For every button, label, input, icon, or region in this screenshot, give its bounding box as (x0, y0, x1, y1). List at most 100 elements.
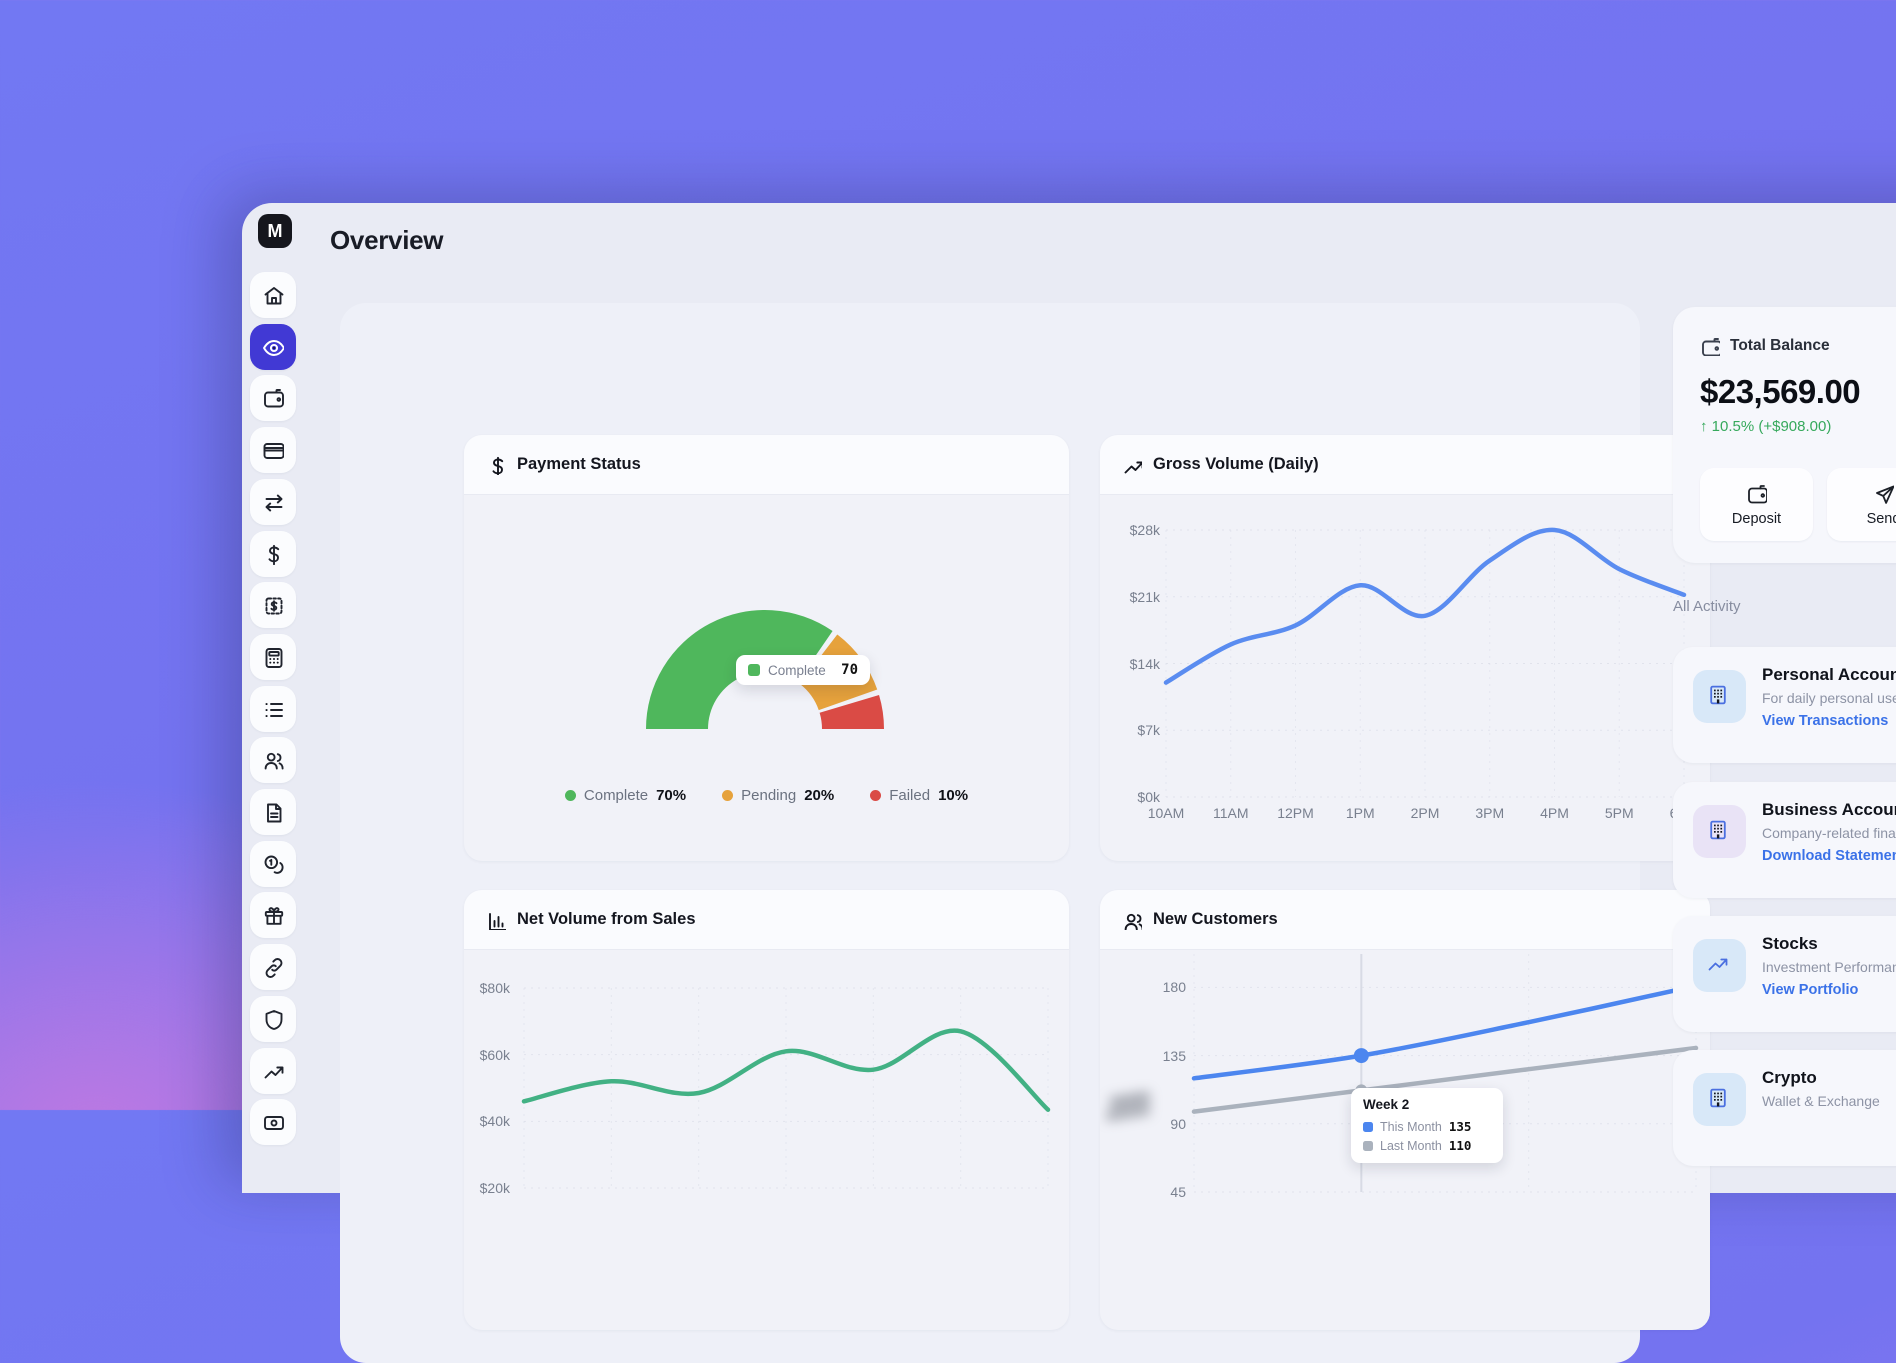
trending-up-icon (1706, 952, 1733, 979)
sidebar-item-gift[interactable] (250, 892, 296, 938)
sidebar-item-users[interactable] (250, 737, 296, 783)
legend-label: Failed (889, 787, 930, 804)
legend-label: Complete (584, 787, 648, 804)
legend-dot-complete (565, 790, 576, 801)
sidebar-item-link[interactable] (250, 944, 296, 990)
sidebar-item-credit-card[interactable] (250, 427, 296, 473)
sidebar-item-calculator[interactable] (250, 634, 296, 680)
sidebar-item-trending-up[interactable] (250, 1048, 296, 1094)
data-point-marker[interactable] (1354, 1048, 1369, 1063)
x-tick-label: 2PM (1411, 805, 1440, 821)
net-volume-chart[interactable] (524, 988, 1048, 1188)
y-tick-label: $60k (480, 1047, 510, 1063)
activity-item-crypto[interactable]: Crypto Wallet & Exchange (1673, 1050, 1896, 1166)
new-customers-header: New Customers (1100, 890, 1710, 950)
sidebar-item-coins[interactable] (250, 841, 296, 887)
sidebar-item-wallet[interactable] (250, 375, 296, 421)
legend-dot-failed (870, 790, 881, 801)
calculator-icon (262, 646, 284, 668)
x-tick-label: 3PM (1475, 805, 1504, 821)
total-balance-header: Total Balance (1700, 336, 1896, 356)
users-icon (1122, 910, 1142, 930)
sidebar-item-document[interactable] (250, 789, 296, 835)
legend-item-pending: Pending 20% (722, 787, 834, 804)
y-tick-label: $14k (1130, 656, 1160, 672)
main-content: Payment Status Complete 70 Complete 70% … (340, 303, 1640, 1363)
y-axis-labels: $80k$60k$40k$20k (470, 988, 510, 1188)
y-tick-label: $7k (1137, 722, 1160, 738)
tooltip-label: Complete (768, 663, 833, 678)
line-series-net-volume (524, 1031, 1048, 1110)
sidebar-item-transfers[interactable] (250, 479, 296, 525)
tooltip-row: This Month 135 (1363, 1119, 1491, 1134)
y-tick-label: 90 (1170, 1116, 1186, 1132)
sidebar-item-banknote[interactable] (250, 1099, 296, 1145)
sidebar-item-shield[interactable] (250, 996, 296, 1042)
wallet-icon (1700, 336, 1720, 356)
transfers-icon (262, 491, 284, 513)
eye-icon (262, 336, 284, 358)
page-title: Overview (330, 225, 443, 256)
tooltip-series-label: Last Month (1380, 1139, 1442, 1153)
receipt-icon (262, 594, 284, 616)
link-icon (262, 956, 284, 978)
x-tick-label: 1PM (1346, 805, 1375, 821)
sidebar-item-dollar[interactable] (250, 531, 296, 577)
activity-subtitle: For daily personal use (1762, 690, 1896, 706)
app-logo[interactable]: M (258, 214, 292, 248)
y-tick-label: $0k (1137, 789, 1160, 805)
sidebar-item-receipt[interactable] (250, 582, 296, 628)
net-volume-title: Net Volume from Sales (517, 910, 696, 929)
x-tick-label: 12PM (1277, 805, 1314, 821)
app-window: M Overview Payment Status Complete 70 Co… (242, 203, 1896, 1193)
all-activity-header: All Activity (1673, 598, 1741, 615)
activity-subtitle: Company-related finances (1762, 825, 1896, 841)
balance-actions: Deposit Send (1700, 468, 1896, 541)
bar-chart-icon (486, 910, 506, 930)
credit-card-icon (262, 439, 284, 461)
series-color-swatch (1363, 1141, 1373, 1151)
x-axis-labels: 10AM11AM12PM1PM2PM3PM4PM5PM6PM (1166, 805, 1684, 825)
sidebar-item-list[interactable] (250, 686, 296, 732)
deposit-button[interactable]: Deposit (1700, 468, 1813, 541)
gross-volume-chart[interactable] (1166, 530, 1684, 797)
x-tick-label: 10AM (1148, 805, 1185, 821)
total-balance-card: Total Balance $23,569.00 ↑ 10.5% (+$908.… (1673, 307, 1896, 563)
y-tick-label: 45 (1170, 1184, 1186, 1200)
deposit-label: Deposit (1732, 511, 1781, 527)
dollar-icon (486, 455, 506, 475)
building-icon (1706, 1086, 1733, 1113)
legend-pct: 70% (656, 787, 686, 804)
legend-dot-pending (722, 790, 733, 801)
payment-status-legend: Complete 70% Pending 20% Failed 10% (464, 787, 1069, 804)
sidebar-item-home[interactable] (250, 272, 296, 318)
building-icon (1706, 683, 1733, 710)
activity-item-stocks[interactable]: Stocks Investment Performance View Portf… (1673, 916, 1896, 1032)
activity-subtitle: Investment Performance (1762, 959, 1896, 975)
y-tick-label: $40k (480, 1113, 510, 1129)
gross-volume-title: Gross Volume (Daily) (1153, 455, 1319, 474)
activity-item-business-account[interactable]: Business Account Company-related finance… (1673, 782, 1896, 898)
activity-item-personal-account[interactable]: Personal Account For daily personal use … (1673, 647, 1896, 763)
dollar-icon (262, 543, 284, 565)
home-icon (262, 284, 284, 306)
total-balance-change: ↑ 10.5% (+$908.00) (1700, 418, 1896, 435)
building-icon-tile (1693, 670, 1746, 723)
payment-status-title: Payment Status (517, 455, 641, 474)
legend-pct: 20% (804, 787, 834, 804)
net-volume-header: Net Volume from Sales (464, 890, 1069, 950)
activity-link[interactable]: View Transactions (1762, 713, 1896, 729)
send-button[interactable]: Send (1827, 468, 1896, 541)
trending-up-icon (1122, 455, 1142, 475)
sidebar-item-eye[interactable] (250, 324, 296, 370)
y-axis-labels: 1801359045 (1130, 954, 1186, 1192)
wallet-icon (262, 387, 284, 409)
activity-link[interactable]: View Portfolio (1762, 982, 1896, 998)
tooltip-series-label: This Month (1380, 1120, 1442, 1134)
list-icon (262, 698, 284, 720)
net-volume-card: Net Volume from Sales $80k$60k$40k$20k (464, 890, 1069, 1330)
trending-up-icon (262, 1060, 284, 1082)
activity-link[interactable]: Download Statements (1762, 848, 1896, 864)
y-tick-label: $28k (1130, 522, 1160, 538)
tooltip-row: Last Month 110 (1363, 1138, 1491, 1153)
